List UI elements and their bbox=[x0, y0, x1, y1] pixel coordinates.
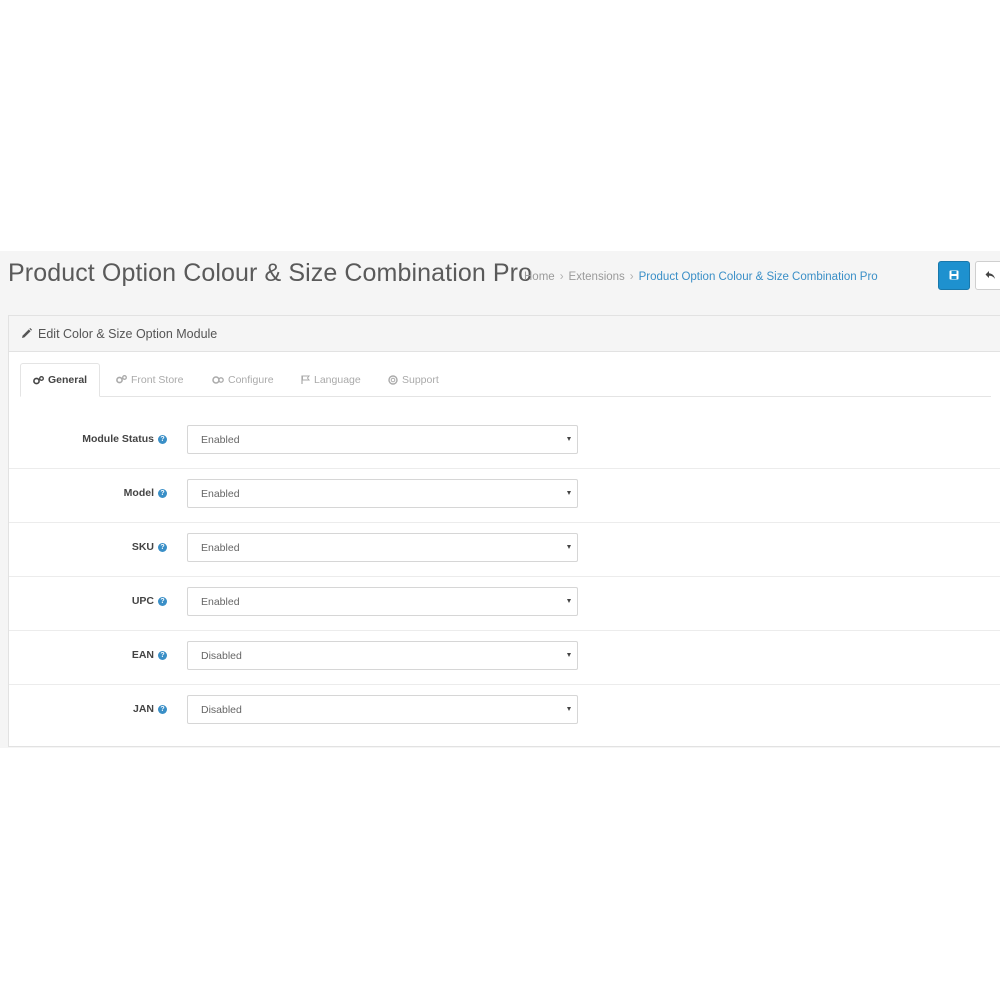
pencil-icon bbox=[21, 328, 32, 339]
caret-down-icon bbox=[567, 491, 571, 495]
select-value: Disabled bbox=[201, 703, 242, 716]
tab-label: Language bbox=[314, 373, 361, 386]
cogs-icon bbox=[116, 375, 127, 384]
select-value: Enabled bbox=[201, 595, 240, 608]
breadcrumb-separator: › bbox=[629, 271, 634, 283]
tab-label: Front Store bbox=[131, 373, 184, 386]
help-icon[interactable]: ? bbox=[158, 488, 167, 498]
caret-down-icon bbox=[567, 599, 571, 603]
ean-select[interactable]: Disabled bbox=[187, 641, 578, 670]
floppy-disk-icon bbox=[949, 267, 959, 285]
sku-select[interactable]: Enabled bbox=[187, 533, 578, 562]
tab-configure[interactable]: Configure bbox=[200, 363, 286, 396]
module-status-select[interactable]: Enabled bbox=[187, 425, 578, 454]
jan-select[interactable]: Disabled bbox=[187, 695, 578, 724]
tab-label: General bbox=[48, 374, 88, 386]
tab-bar: General Front Store Configure Language S… bbox=[20, 363, 991, 397]
reply-arrow-icon bbox=[985, 267, 996, 285]
field-label: SKU ? bbox=[132, 541, 167, 553]
field-label-text: EAN bbox=[131, 649, 154, 661]
help-icon[interactable]: ? bbox=[158, 650, 167, 660]
field-label-text: SKU bbox=[131, 541, 154, 553]
module-panel: Edit Color & Size Option Module General … bbox=[8, 315, 1000, 747]
page-title: Product Option Colour & Size Combination… bbox=[8, 259, 533, 287]
gears-icon bbox=[212, 375, 224, 384]
breadcrumb-extensions[interactable]: Extensions bbox=[569, 271, 625, 283]
caret-down-icon bbox=[567, 437, 571, 441]
form-row-model: Model ? Enabled bbox=[9, 468, 1000, 523]
form-row-module-status: Module Status ? Enabled bbox=[9, 414, 1000, 469]
form-row-ean: EAN ? Disabled bbox=[9, 630, 1000, 685]
caret-down-icon bbox=[567, 545, 571, 549]
help-icon[interactable]: ? bbox=[158, 434, 167, 444]
tab-language[interactable]: Language bbox=[289, 363, 373, 396]
field-label-text: UPC bbox=[131, 595, 154, 607]
caret-down-icon bbox=[567, 707, 571, 711]
tab-general[interactable]: General bbox=[20, 363, 101, 397]
breadcrumb: Home › Extensions › Product Option Colour & … bbox=[524, 271, 878, 283]
help-icon[interactable]: ? bbox=[158, 596, 167, 606]
panel-heading: Edit Color & Size Option Module bbox=[9, 316, 1000, 352]
breadcrumb-separator: › bbox=[559, 271, 564, 283]
select-value: Enabled bbox=[201, 541, 240, 554]
form-row-sku: SKU ? Enabled bbox=[9, 522, 1000, 577]
life-ring-icon bbox=[388, 374, 398, 385]
field-label-text: Model bbox=[123, 487, 154, 499]
field-label-text: Module Status bbox=[82, 433, 154, 445]
upc-select[interactable]: Enabled bbox=[187, 587, 578, 616]
back-button[interactable] bbox=[975, 261, 1000, 290]
field-label: JAN ? bbox=[133, 703, 167, 715]
field-label: Module Status ? bbox=[82, 433, 167, 445]
caret-down-icon bbox=[567, 653, 571, 657]
tab-label: Support bbox=[402, 373, 439, 386]
help-icon[interactable]: ? bbox=[158, 704, 167, 714]
field-label: UPC ? bbox=[132, 595, 167, 607]
field-label-text: JAN bbox=[132, 703, 154, 715]
select-value: Enabled bbox=[201, 433, 240, 446]
breadcrumb-current[interactable]: Product Option Colour & Size Combination… bbox=[639, 271, 878, 283]
model-select[interactable]: Enabled bbox=[187, 479, 578, 508]
cogs-icon bbox=[33, 375, 44, 385]
help-icon[interactable]: ? bbox=[158, 542, 167, 552]
tab-front-store[interactable]: Front Store bbox=[104, 363, 196, 396]
form-row-upc: UPC ? Enabled bbox=[9, 576, 1000, 631]
panel-heading-text: Edit Color & Size Option Module bbox=[38, 326, 218, 341]
admin-screenshot: Product Option Colour & Size Combination… bbox=[0, 251, 1000, 748]
flag-icon bbox=[301, 375, 310, 384]
field-label: Model ? bbox=[124, 487, 167, 499]
select-value: Disabled bbox=[201, 649, 242, 662]
tab-label: Configure bbox=[228, 373, 274, 386]
tab-support[interactable]: Support bbox=[376, 363, 451, 396]
select-value: Enabled bbox=[201, 487, 240, 500]
breadcrumb-home[interactable]: Home bbox=[524, 271, 555, 283]
form-row-jan: JAN ? Disabled bbox=[9, 684, 1000, 738]
save-button[interactable] bbox=[938, 261, 970, 290]
field-label: EAN ? bbox=[132, 649, 167, 661]
